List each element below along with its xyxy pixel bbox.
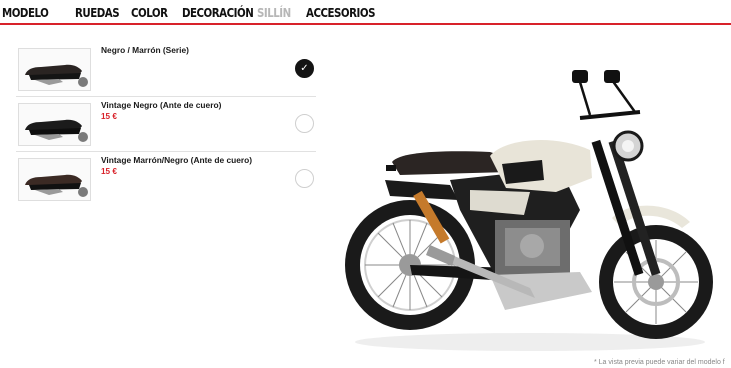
configurator-nav: MODELO RUEDAS COLOR DECORACIÓN SILLÍN AC…: [0, 0, 731, 25]
seat-option-vintage-negro[interactable]: Vintage Negro (Ante de cuero) 15 €: [16, 97, 316, 152]
tab-ruedas[interactable]: RUEDAS: [75, 5, 120, 20]
tab-decoracion[interactable]: DECORACIÓN: [182, 5, 254, 20]
option-name: Vintage Negro (Ante de cuero): [101, 100, 222, 110]
option-radio-selected[interactable]: ✓: [295, 59, 314, 78]
tab-modelo[interactable]: MODELO: [2, 5, 49, 20]
option-price: 15 €: [101, 167, 117, 176]
option-price: 15 €: [101, 112, 117, 121]
motorcycle-preview: [330, 60, 728, 355]
check-icon: ✓: [300, 62, 309, 74]
seat-image-icon: [25, 64, 88, 87]
seat-option-serie[interactable]: Negro / Marrón (Serie) ✓: [16, 42, 316, 97]
option-radio[interactable]: [295, 169, 314, 188]
seat-thumbnail: [18, 48, 91, 91]
preview-disclaimer: * La vista previa puede variar del model…: [594, 359, 725, 366]
seat-image-icon: [25, 119, 88, 142]
seat-option-vintage-marron[interactable]: Vintage Marrón/Negro (Ante de cuero) 15 …: [16, 152, 316, 207]
tab-accesorios[interactable]: ACCESORIOS: [306, 5, 375, 20]
tab-sillin[interactable]: SILLÍN: [257, 5, 291, 20]
option-radio[interactable]: [295, 114, 314, 133]
tab-color[interactable]: COLOR: [131, 5, 168, 20]
seat-image-icon: [25, 174, 88, 197]
option-name: Vintage Marrón/Negro (Ante de cuero): [101, 155, 253, 165]
motorcycle-icon: [345, 70, 713, 351]
option-name: Negro / Marrón (Serie): [101, 45, 189, 55]
seat-thumbnail: [18, 103, 91, 146]
seat-thumbnail: [18, 158, 91, 201]
